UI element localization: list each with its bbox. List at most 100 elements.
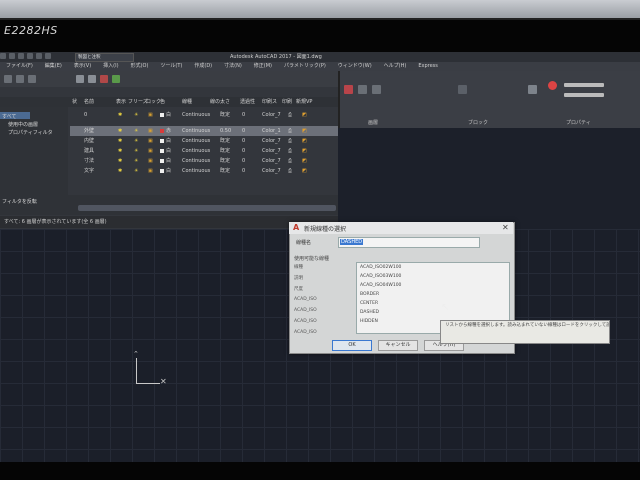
ribbon-group-properties[interactable]: プロパティ [566, 119, 591, 126]
invert-filter-checkbox[interactable]: フィルタを反転 [2, 198, 37, 205]
on-bulb-icon[interactable]: ✱ [118, 110, 122, 120]
color-swatch[interactable] [160, 139, 164, 143]
block-insert-icon[interactable] [458, 85, 467, 94]
filter-item-used[interactable]: 使用中の画層 [8, 121, 38, 128]
freeze-sun-icon[interactable]: ☀ [134, 136, 138, 146]
col-plotstyle[interactable]: 印刷ス [262, 97, 277, 107]
freeze-sun-icon[interactable]: ☀ [134, 126, 138, 136]
new-vp-frozen-layer-icon[interactable] [88, 75, 96, 83]
col-name[interactable]: 名前 [84, 97, 94, 107]
new-group-filter-icon[interactable] [16, 75, 24, 83]
col-linetype[interactable]: 線種 [182, 97, 192, 107]
menu-window[interactable]: ウィンドウ(W) [332, 62, 378, 71]
menu-draw[interactable]: 作成(D) [188, 62, 218, 71]
list-item[interactable]: DASHED [360, 310, 379, 315]
menu-edit[interactable]: 編集(E) [39, 62, 68, 71]
list-item[interactable]: ACAD_ISO02W100 [360, 265, 401, 270]
open-file-icon[interactable] [18, 53, 24, 59]
cancel-button[interactable]: キャンセル [378, 340, 418, 351]
lock-icon[interactable]: ▣ [148, 136, 153, 146]
lock-icon[interactable]: ▣ [148, 110, 153, 120]
layer-lineweight[interactable]: 既定 [220, 136, 230, 146]
menu-format[interactable]: 形式(O) [125, 62, 155, 71]
list-item[interactable]: ACAD_ISO03W100 [360, 274, 401, 279]
menu-modify[interactable]: 修正(M) [248, 62, 278, 71]
workspace-select[interactable]: 製図と注釈 [75, 53, 134, 62]
layer-lineweight[interactable]: 既定 [220, 156, 230, 166]
delete-layer-icon[interactable] [100, 75, 108, 83]
redo-icon[interactable] [45, 53, 51, 59]
layer-row[interactable]: 内壁 ✱ ☀ ▣ 白 Continuous 既定 0 Color_7 ⎙ ◩ [70, 136, 338, 146]
menu-parametric[interactable]: パラメトリック(P) [278, 62, 332, 71]
list-item[interactable]: CENTER [360, 301, 378, 306]
newvp-icon[interactable]: ◩ [302, 156, 307, 166]
layer-freeze-icon[interactable] [372, 85, 381, 94]
plot-printer-icon[interactable]: ⎙ [288, 166, 292, 176]
on-bulb-icon[interactable]: ✱ [118, 126, 122, 136]
on-bulb-icon[interactable]: ✱ [118, 146, 122, 156]
layer-row-selected[interactable]: 外壁 ✱ ☀ ▣ 赤 Continuous 0.50 0 Color_1 ⎙ ◩ [70, 126, 338, 136]
col-newvp[interactable]: 新規VP [296, 97, 312, 107]
layer-lineweight[interactable]: 0.50 [220, 126, 231, 136]
plot-printer-icon[interactable]: ⎙ [288, 110, 292, 120]
layer-row[interactable]: 0 ✱ ☀ ▣ 白 Continuous 既定 0 Color_7 ⎙ ◩ [70, 110, 338, 120]
layer-linetype[interactable]: Continuous [182, 126, 210, 136]
col-lock[interactable]: ロック [146, 97, 161, 107]
layer-linetype[interactable]: Continuous [182, 156, 210, 166]
menu-help[interactable]: ヘルプ(H) [378, 62, 413, 71]
menu-view[interactable]: 表示(V) [68, 62, 97, 71]
list-item[interactable]: ACAD_ISO04W100 [360, 283, 401, 288]
col-status[interactable]: 状 [72, 97, 77, 107]
color-swatch[interactable] [160, 113, 164, 117]
layer-transparency[interactable]: 0 [242, 156, 245, 166]
col-lineweight[interactable]: 線の太さ [210, 97, 230, 107]
color-swatch[interactable] [160, 149, 164, 153]
new-property-filter-icon[interactable] [4, 75, 12, 83]
set-current-icon[interactable] [112, 75, 120, 83]
on-bulb-icon[interactable]: ✱ [118, 156, 122, 166]
newvp-icon[interactable]: ◩ [302, 110, 307, 120]
layer-lineweight[interactable]: 既定 [220, 110, 230, 120]
plot-printer-icon[interactable]: ⎙ [288, 146, 292, 156]
ribbon-group-layers[interactable]: 画層 [368, 119, 378, 126]
layer-transparency[interactable]: 0 [242, 110, 245, 120]
new-layer-icon[interactable] [76, 75, 84, 83]
ribbon-group-block[interactable]: ブロック [468, 119, 488, 126]
lock-icon[interactable]: ▣ [148, 146, 153, 156]
on-bulb-icon[interactable]: ✱ [118, 166, 122, 176]
color-swatch[interactable] [160, 129, 164, 133]
layer-state-icon[interactable] [358, 85, 367, 94]
save-icon[interactable] [27, 53, 33, 59]
color-swatch[interactable] [160, 169, 164, 173]
lock-icon[interactable]: ▣ [148, 126, 153, 136]
layer-color-icon[interactable] [344, 85, 353, 94]
filter-item-property[interactable]: プロパティフィルタ [8, 129, 53, 136]
plot-printer-icon[interactable]: ⎙ [288, 136, 292, 146]
col-plot[interactable]: 印刷 [282, 97, 292, 107]
layer-row[interactable]: 建具 ✱ ☀ ▣ 白 Continuous 既定 0 Color_7 ⎙ ◩ [70, 146, 338, 156]
undo-icon[interactable] [36, 53, 42, 59]
horizontal-scrollbar[interactable] [78, 205, 336, 211]
col-transparency[interactable]: 透過性 [240, 97, 255, 107]
color-swatch[interactable] [160, 159, 164, 163]
close-icon[interactable]: ✕ [502, 223, 509, 232]
col-freeze[interactable]: フリーズ [128, 97, 148, 107]
plot-printer-icon[interactable]: ⎙ [288, 126, 292, 136]
color-wheel-icon[interactable] [548, 81, 557, 90]
menu-dimension[interactable]: 寸法(N) [218, 62, 248, 71]
newvp-icon[interactable]: ◩ [302, 136, 307, 146]
layer-linetype[interactable]: Continuous [182, 166, 210, 176]
freeze-sun-icon[interactable]: ☀ [134, 146, 138, 156]
match-properties-icon[interactable] [528, 85, 537, 94]
col-on[interactable]: 表示 [116, 97, 126, 107]
menu-file[interactable]: ファイル(F) [0, 62, 39, 71]
layer-states-icon[interactable] [28, 75, 36, 83]
freeze-sun-icon[interactable]: ☀ [134, 110, 138, 120]
list-item[interactable]: BORDER [360, 292, 379, 297]
drawing-area-upper[interactable] [338, 128, 640, 229]
lock-icon[interactable]: ▣ [148, 166, 153, 176]
layer-transparency[interactable]: 0 [242, 126, 245, 136]
newvp-icon[interactable]: ◩ [302, 146, 307, 156]
layer-transparency[interactable]: 0 [242, 136, 245, 146]
plot-printer-icon[interactable]: ⎙ [288, 156, 292, 166]
